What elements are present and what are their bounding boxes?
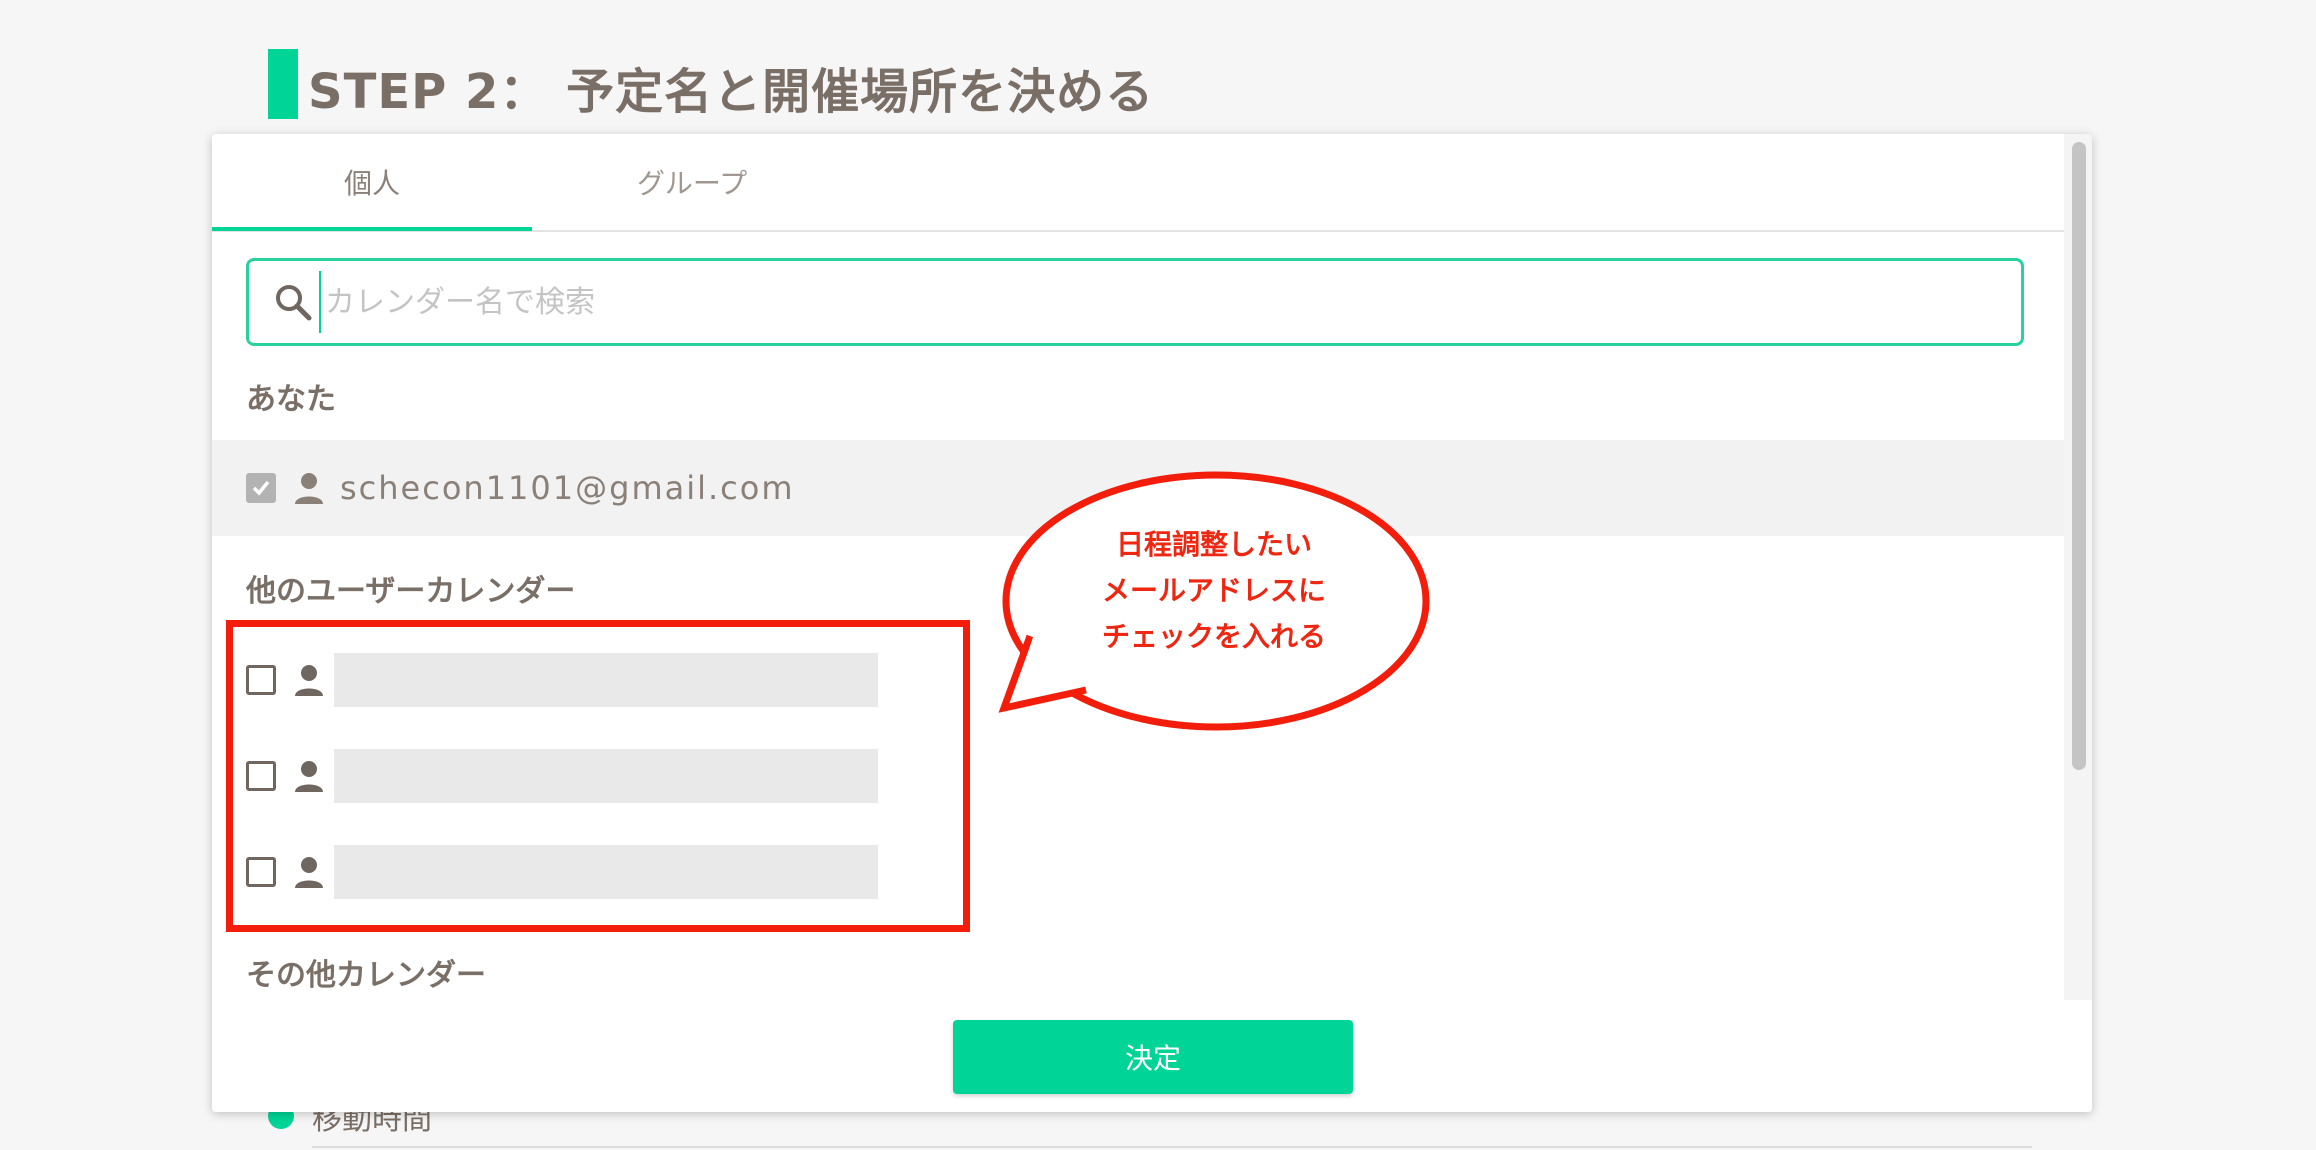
- confirm-button[interactable]: 決定: [953, 1020, 1353, 1094]
- scrollbar-thumb[interactable]: [2072, 142, 2086, 770]
- active-tab-indicator: [212, 227, 532, 231]
- checkmark-icon: [252, 480, 270, 496]
- section-title-other-calendars: その他カレンダー: [246, 958, 486, 993]
- annotation-callout-text: 日程調整したい メールアドレスに チェックを入れる: [1034, 522, 1394, 660]
- own-calendar-email: schecon1101@gmail.com: [340, 469, 795, 507]
- divider: [312, 1146, 2032, 1148]
- search-input[interactable]: [319, 271, 2021, 333]
- scrollbar-track[interactable]: [2064, 134, 2092, 1000]
- person-icon: [295, 473, 323, 504]
- tab-group[interactable]: グループ: [532, 134, 852, 230]
- own-calendar-checkbox[interactable]: [246, 473, 276, 503]
- annotation-highlight-box: [226, 620, 970, 932]
- tab-bar: 個人 グループ: [212, 134, 2064, 232]
- section-title-you: あなた: [246, 382, 336, 417]
- callout-line: チェックを入れる: [1101, 620, 1326, 653]
- callout-line: 日程調整したい: [1115, 528, 1312, 561]
- section-title-other-users: 他のユーザーカレンダー: [246, 574, 576, 609]
- tab-personal[interactable]: 個人: [212, 134, 532, 230]
- callout-line: メールアドレスに: [1101, 574, 1326, 607]
- calendar-search[interactable]: [246, 258, 2024, 346]
- step-accent-bar: [268, 49, 298, 119]
- search-icon: [273, 282, 313, 322]
- page-title: STEP 2： 予定名と開催場所を決める: [308, 64, 1155, 120]
